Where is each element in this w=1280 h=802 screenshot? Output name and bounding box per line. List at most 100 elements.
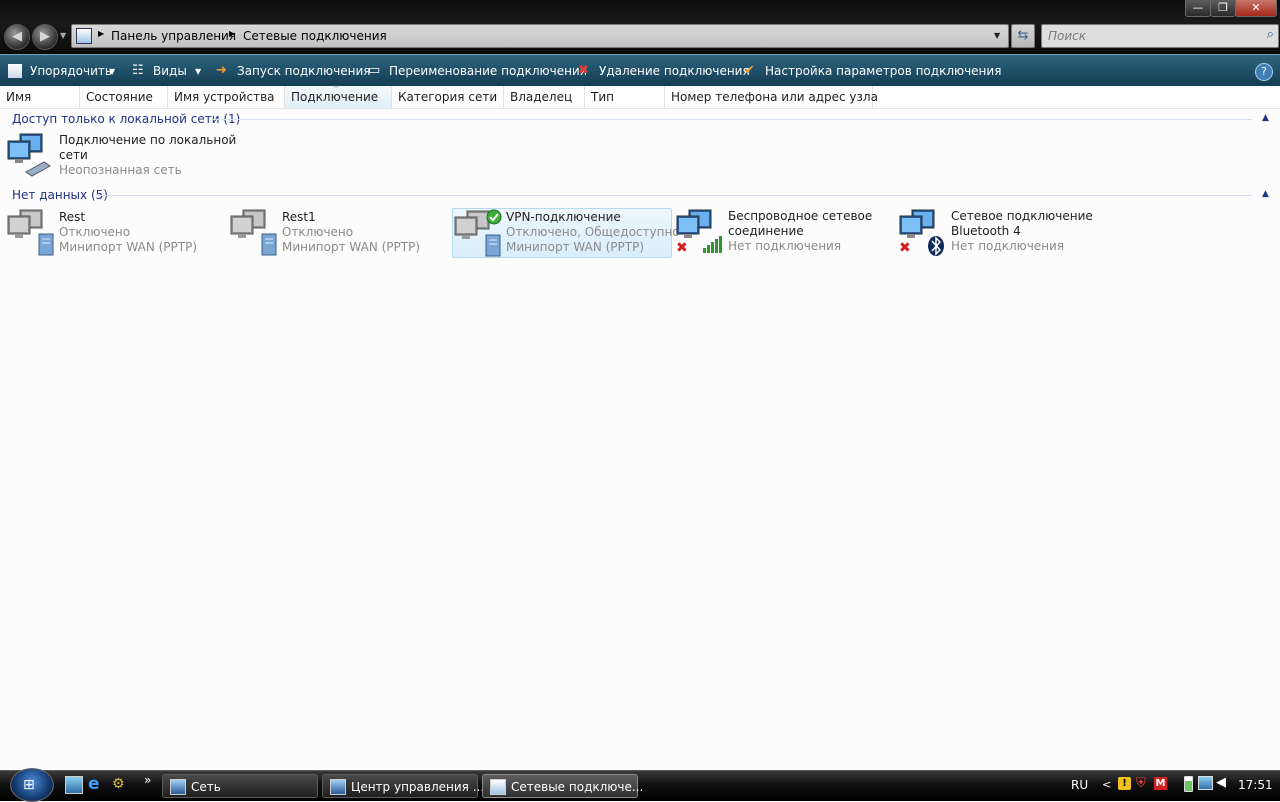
internet-explorer-icon[interactable]: e <box>88 774 100 794</box>
battery-icon[interactable] <box>1184 776 1193 792</box>
connection-name: Беспроводное сетевое <box>728 209 873 223</box>
connection-item-lan[interactable]: Подключение по локальной сети Неопознанн… <box>6 132 236 182</box>
connection-status: Нет подключения <box>951 239 1065 253</box>
connection-name: Rest1 <box>282 210 316 224</box>
vpn-connection-icon <box>230 209 277 256</box>
connection-device: Минипорт WAN (PPTP) <box>506 240 645 254</box>
connection-status: Нет подключения <box>728 239 842 253</box>
organize-dropdown-icon[interactable]: ▼ <box>109 67 115 76</box>
start-button[interactable]: ⊞ <box>10 768 54 802</box>
quicklaunch-app-icon[interactable]: ⚙ <box>112 776 125 792</box>
group-header-no-data[interactable]: Нет данных (5) <box>12 188 108 202</box>
address-bar[interactable]: ▶ Панель управления ▶ Сетевые подключени… <box>71 24 1009 48</box>
taskbar-button-label: Сетевые подключе... <box>511 780 644 794</box>
column-phone-or-host[interactable]: Номер телефона или адрес узла <box>665 86 878 108</box>
connection-item-wireless[interactable]: ✖ Беспроводное сетевое соединение Нет по… <box>675 208 895 258</box>
minimize-button[interactable]: — <box>1185 0 1211 17</box>
tray-expand-icon[interactable]: < <box>1102 778 1111 791</box>
organize-icon <box>8 64 22 78</box>
connection-item-rest1[interactable]: Rest1 Отключено Минипорт WAN (PPTP) <box>229 208 449 258</box>
taskbar-button-network[interactable]: Сеть <box>162 774 318 798</box>
delete-x-icon: ✖ <box>578 63 589 78</box>
breadcrumb-separator-icon: ▶ <box>98 29 105 38</box>
command-toolbar: Упорядочить ▼ ☷ Виды ▼ ➜ Запуск подключе… <box>0 54 1280 87</box>
security-warning-icon[interactable]: ! <box>1118 777 1131 790</box>
connection-item-bluetooth[interactable]: ✖ Сетевое подключение Bluetooth 4 Нет по… <box>898 208 1118 258</box>
disconnected-x-icon: ✖ <box>676 240 688 256</box>
connection-name: Rest <box>59 210 86 224</box>
views-button[interactable]: Виды <box>153 64 187 78</box>
connection-device: Минипорт WAN (PPTP) <box>59 240 198 254</box>
column-type[interactable]: Тип <box>585 86 665 108</box>
column-header: Имя Состояние Имя устройства Подключение… <box>0 85 1280 109</box>
rename-connection-button[interactable]: Переименование подключения <box>389 64 587 78</box>
taskbar-button-network-center[interactable]: Центр управления ... <box>322 774 484 798</box>
taskbar-button-network-connections[interactable]: Сетевые подключе... <box>482 774 643 798</box>
forward-button[interactable]: ▶ <box>32 24 58 50</box>
group-header-local-only[interactable]: Доступ только к локальной сети (1) <box>12 112 240 126</box>
quicklaunch-more-icon[interactable]: » <box>144 773 151 787</box>
column-status[interactable]: Состояние <box>80 86 168 108</box>
breadcrumb-control-panel[interactable]: Панель управления <box>111 29 236 43</box>
back-arrow-icon: ◀ <box>12 29 22 44</box>
connection-name-line2: сети <box>59 148 88 162</box>
connection-status: Отключено <box>59 225 131 239</box>
collapse-group-icon[interactable]: ▲ <box>1262 189 1269 199</box>
network-icon <box>170 779 186 795</box>
refresh-button[interactable]: ⇆ <box>1011 24 1035 48</box>
connection-name: Сетевое подключение <box>951 209 1093 223</box>
start-arrow-icon: ➜ <box>216 63 227 78</box>
volume-icon[interactable]: ◀ <box>1216 775 1226 790</box>
connection-item-vpn[interactable]: VPN-подключение Отключено, Общедоступно … <box>452 208 680 258</box>
column-owner[interactable]: Владелец <box>504 86 585 108</box>
default-checkmark-icon <box>486 209 502 225</box>
back-button[interactable]: ◀ <box>4 24 30 50</box>
column-name[interactable]: Имя <box>0 86 80 108</box>
history-dropdown-icon[interactable]: ▼ <box>60 31 66 40</box>
rename-icon: ▭ <box>368 63 381 78</box>
antivirus-icon[interactable]: ⛨ <box>1136 776 1146 791</box>
connection-status: Отключено <box>282 225 354 239</box>
language-indicator[interactable]: RU <box>1071 778 1088 792</box>
close-button[interactable]: ✕ <box>1235 0 1277 17</box>
clock[interactable]: 17:51 <box>1238 778 1273 792</box>
search-icon[interactable]: ⌕ <box>1267 27 1274 42</box>
help-icon[interactable]: ? <box>1255 63 1273 81</box>
show-desktop-icon[interactable] <box>65 776 83 794</box>
column-network-category[interactable]: Категория сети <box>392 86 504 108</box>
search-input[interactable]: Поиск <box>1048 29 1086 43</box>
connection-name-line2: Bluetooth 4 <box>951 224 1021 238</box>
views-icon: ☷ <box>132 63 144 78</box>
forward-arrow-icon: ▶ <box>40 29 50 44</box>
delete-connection-button[interactable]: Удаление подключения <box>599 64 750 78</box>
connection-name-line2: соединение <box>728 224 804 238</box>
collapse-group-icon[interactable]: ▲ <box>1262 113 1269 123</box>
address-dropdown-icon[interactable]: ▼ <box>994 31 1000 40</box>
views-dropdown-icon[interactable]: ▼ <box>195 67 201 76</box>
connection-status: Отключено, Общедоступно <box>506 225 680 239</box>
windows-logo-icon: ⊞ <box>23 777 35 793</box>
refresh-icon: ⇆ <box>1017 28 1029 43</box>
start-connection-button[interactable]: Запуск подключения <box>237 64 371 78</box>
checkmark-icon: ✔ <box>744 63 755 78</box>
taskbar-button-label: Сеть <box>191 780 221 794</box>
control-panel-icon <box>490 779 506 795</box>
maximize-button[interactable]: ❐ <box>1210 0 1236 17</box>
group-divider <box>96 195 1252 196</box>
breadcrumb-network-connections[interactable]: Сетевые подключения <box>243 29 387 43</box>
connection-status: Неопознанная сеть <box>59 163 182 177</box>
connection-device: Минипорт WAN (PPTP) <box>282 240 421 254</box>
organize-button[interactable]: Упорядочить <box>30 64 112 78</box>
vpn-connection-icon <box>7 209 54 256</box>
column-device-name[interactable]: Имя устройства <box>168 86 285 108</box>
connection-name: VPN-подключение <box>506 210 621 224</box>
connection-item-rest[interactable]: Rest Отключено Минипорт WAN (PPTP) <box>6 208 226 258</box>
connection-settings-button[interactable]: Настройка параметров подключения <box>765 64 1001 78</box>
mcafee-icon[interactable]: M <box>1154 777 1167 790</box>
column-connection[interactable]: Подключение ^ <box>285 85 392 108</box>
network-tray-icon[interactable] <box>1198 776 1213 790</box>
taskbar: e ⚙ » Сеть Центр управления ... Сетевые … <box>0 770 1280 801</box>
breadcrumb-separator-icon: ▶ <box>229 29 236 38</box>
search-box[interactable]: Поиск ⌕ <box>1041 24 1279 48</box>
group-divider <box>212 119 1252 120</box>
